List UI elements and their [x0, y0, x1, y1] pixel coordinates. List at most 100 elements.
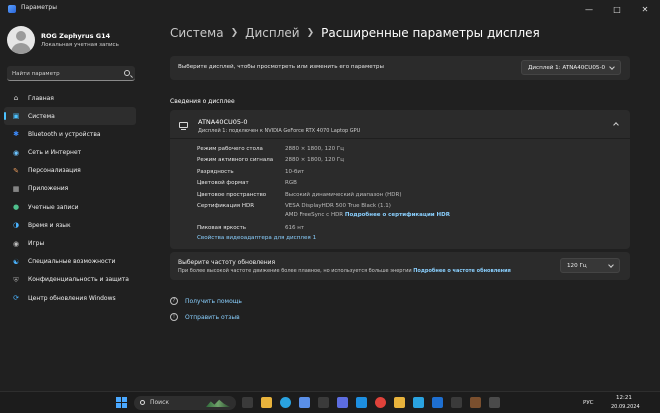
sidebar-item-label: Время и язык	[28, 221, 71, 229]
property-key: Цветовое пространство	[197, 191, 267, 198]
chevron-down-icon	[609, 64, 615, 70]
app-icon[interactable]	[413, 397, 424, 408]
task-view-icon[interactable]	[242, 397, 253, 408]
sidebar-item-label: Приложения	[28, 185, 69, 193]
send-feedback-link[interactable]: ! Отправить отзыв	[170, 313, 240, 321]
sidebar-item-bluetooth[interactable]: ✱ Bluetooth и устройства	[4, 125, 136, 143]
refresh-rate-description: При более высокой частоте движение более…	[178, 268, 511, 274]
sidebar-item-accessibility[interactable]: ☯ Специальные возможности	[4, 253, 136, 271]
property-value: VESA DisplayHDR 500 True Black (1.1)	[285, 202, 391, 209]
windows-start-icon[interactable]	[116, 397, 127, 408]
yandex-icon[interactable]	[375, 397, 386, 408]
refresh-rate-title: Выберите частоту обновления	[178, 259, 276, 266]
property-value: 2880 × 1800, 120 Гц	[285, 146, 344, 152]
property-value: AMD FreeSync с HDR	[285, 211, 344, 218]
property-value: 10-бит	[285, 168, 305, 175]
search-icon	[140, 400, 145, 405]
profile-name: ROG Zephyrus G14	[41, 32, 111, 40]
refresh-rate-dropdown[interactable]: 120 Гц	[560, 258, 620, 273]
property-value: Высокий динамический диапазон (HDR)	[285, 191, 402, 198]
hdr-certification-link[interactable]: Подробнее о сертификации HDR	[345, 212, 450, 218]
display-info-header[interactable]: ATNA40CU05-0 Дисплей 1: подключен к NVID…	[170, 110, 630, 139]
sidebar-item-label: Специальные возможности	[28, 258, 116, 266]
refresh-rate-card: Выберите частоту обновления При более вы…	[170, 252, 630, 280]
chevron-down-icon	[608, 262, 614, 268]
property-key: Пиковая яркость	[197, 224, 247, 231]
brush-icon: ✎	[13, 166, 19, 175]
user-icon: ●	[12, 203, 20, 212]
sidebar-item-windows-update[interactable]: ⟳ Центр обновления Windows	[4, 289, 136, 307]
app-icon[interactable]	[394, 397, 405, 408]
maximize-button[interactable]: □	[603, 0, 631, 18]
sidebar-item-accounts[interactable]: ● Учетные записи	[4, 198, 136, 216]
clock-time[interactable]: 12:21	[616, 395, 632, 401]
wifi-icon: ◉	[12, 148, 20, 157]
sidebar-item-time-language[interactable]: ◑ Время и язык	[4, 216, 136, 234]
property-key: Цветовой формат	[197, 180, 249, 187]
clock-date[interactable]: 20.09.2024	[611, 404, 640, 410]
refresh-rate-desc-text: При более высокой частоте движение более…	[178, 268, 412, 274]
minimize-button[interactable]: —	[575, 0, 603, 18]
taskbar: Поиск РУС 12:21 20.09.2024	[0, 391, 660, 413]
sidebar-item-label: Конфиденциальность и защита	[28, 276, 129, 284]
user-profile[interactable]: ROG Zephyrus G14 Локальная учетная запис…	[7, 26, 137, 56]
sidebar-item-label: Игры	[28, 240, 45, 247]
settings-search[interactable]	[7, 66, 135, 81]
settings-app-icon	[8, 5, 16, 13]
hdr-extra: AMD FreeSync с HDR Подробнее о сертифика…	[285, 212, 450, 218]
accessibility-icon: ☯	[12, 257, 20, 266]
globe-icon: ◑	[12, 221, 20, 230]
property-value: 2880 × 1800, 120 Гц	[285, 157, 344, 164]
sidebar-nav: ⌂ Главная ▣ Система ✱ Bluetooth и устрой…	[4, 89, 136, 307]
help-icon: ?	[170, 297, 178, 305]
display-dropdown[interactable]: Дисплей 1: ATNA40CU05-0	[521, 60, 621, 75]
edge-icon[interactable]	[280, 397, 291, 408]
taskbar-search[interactable]: Поиск	[134, 396, 236, 410]
app-icon[interactable]	[318, 397, 329, 408]
app-icon[interactable]	[337, 397, 348, 408]
property-value: 616 нт	[285, 224, 305, 231]
property-key: Режим активного сигнала	[197, 157, 274, 164]
chevron-right-icon: ❯	[306, 28, 315, 38]
sidebar-item-network[interactable]: ◉ Сеть и Интернет	[4, 144, 136, 162]
property-value: RGB	[285, 180, 297, 187]
app-icon[interactable]	[432, 397, 443, 408]
search-input[interactable]	[12, 68, 117, 79]
display-info-card: ATNA40CU05-0 Дисплей 1: подключен к NVID…	[170, 110, 630, 249]
breadcrumb-display[interactable]: Дисплей	[245, 26, 299, 40]
store-icon[interactable]	[299, 397, 310, 408]
monitor-name: ATNA40CU05-0	[198, 118, 248, 126]
select-display-label: Выберите дисплей, чтобы просмотреть или …	[178, 64, 384, 70]
sidebar-item-privacy[interactable]: ⛨ Конфиденциальность и защита	[4, 271, 136, 289]
search-icon[interactable]	[124, 70, 130, 76]
sidebar-item-home[interactable]: ⌂ Главная	[4, 89, 136, 107]
sidebar-item-gaming[interactable]: ◉ Игры	[4, 235, 136, 253]
app-icon[interactable]	[470, 397, 481, 408]
sidebar-item-label: Главная	[28, 94, 54, 102]
sidebar-item-label: Bluetooth и устройства	[28, 130, 101, 138]
settings-gear-icon[interactable]	[489, 397, 500, 408]
refresh-rate-link[interactable]: Подробнее о частоте обновления	[413, 268, 511, 274]
window-title: Параметры	[21, 4, 57, 11]
sidebar-item-system[interactable]: ▣ Система	[4, 107, 136, 126]
home-icon: ⌂	[13, 94, 19, 102]
breadcrumb-system[interactable]: Система	[170, 26, 224, 40]
chevron-up-icon[interactable]	[613, 122, 619, 128]
sidebar-item-personalization[interactable]: ✎ Персонализация	[4, 162, 136, 180]
close-button[interactable]: ✕	[631, 0, 659, 18]
app-icon[interactable]	[356, 397, 367, 408]
app-icon[interactable]	[451, 397, 462, 408]
breadcrumb: Система ❯ Дисплей ❯ Расширенные параметр…	[170, 26, 540, 40]
sidebar-item-apps[interactable]: ▦ Приложения	[4, 180, 136, 198]
adapter-properties-link[interactable]: Свойства видеоадаптера для дисплея 1	[197, 235, 316, 241]
sidebar-item-label: Система	[28, 112, 55, 120]
language-indicator[interactable]: РУС	[583, 400, 594, 406]
property-key: Разрядность	[197, 168, 234, 175]
page-title: Расширенные параметры дисплея	[321, 26, 540, 40]
display-dropdown-value: Дисплей 1: ATNA40CU05-0	[528, 64, 606, 71]
get-help-link[interactable]: ? Получить помощь	[170, 297, 242, 305]
taskbar-search-label: Поиск	[150, 399, 170, 406]
sidebar-item-label: Персонализация	[28, 167, 81, 175]
file-explorer-icon[interactable]	[261, 397, 272, 408]
get-help-label: Получить помощь	[185, 297, 242, 305]
